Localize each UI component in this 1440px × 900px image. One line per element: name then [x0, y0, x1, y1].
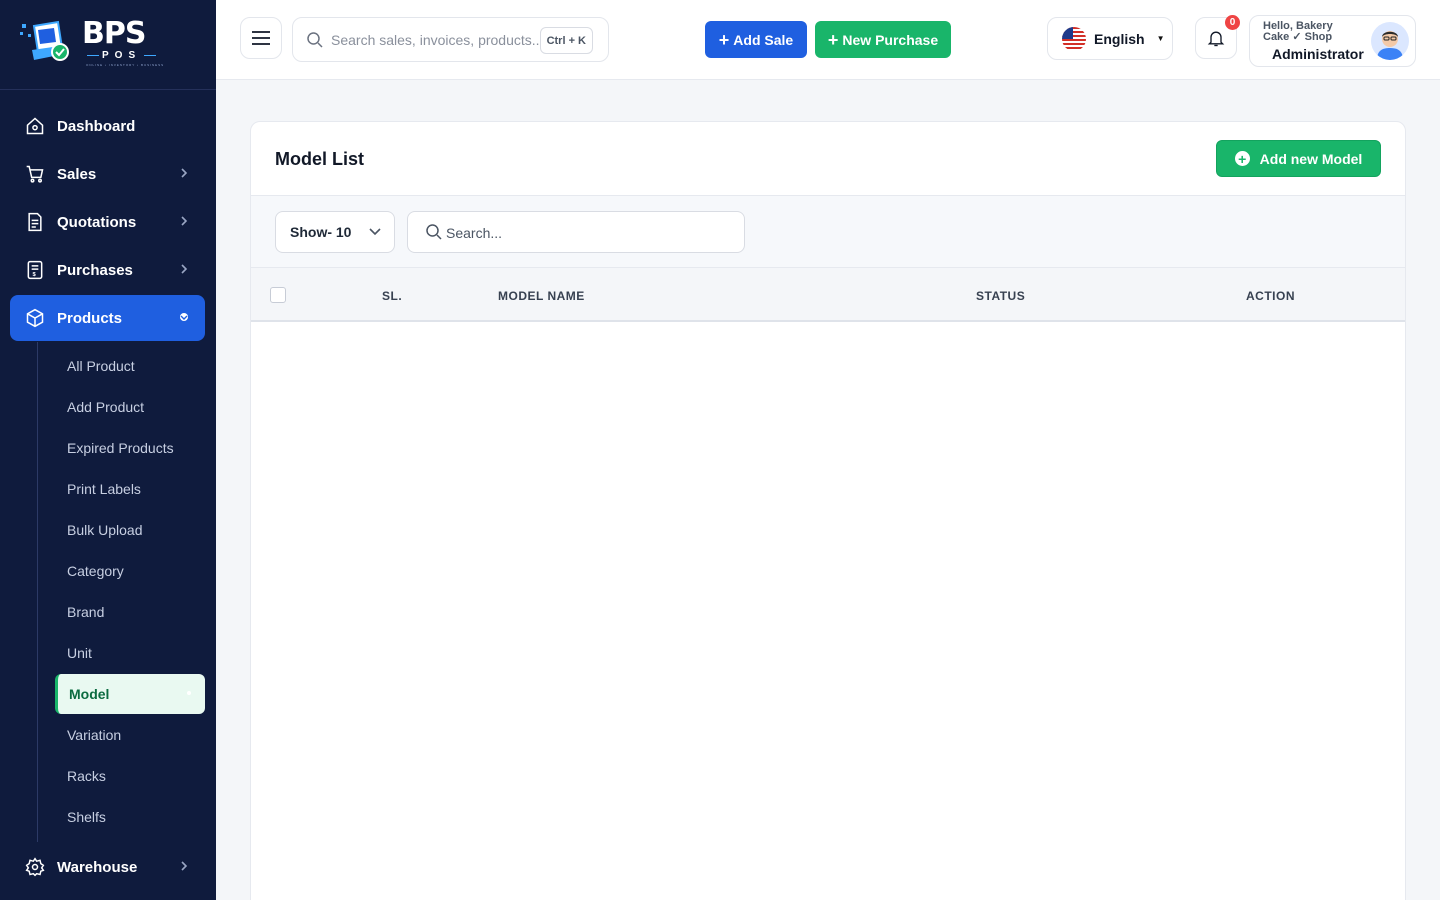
chevron-right-icon — [181, 861, 188, 871]
table-search-input[interactable] — [446, 222, 726, 244]
table-header: SL. MODEL NAME STATUS ACTION — [251, 267, 1405, 322]
submenu-item-label: Model — [69, 686, 110, 702]
sidebar-item-label: Purchases — [57, 261, 133, 279]
submenu-item-expired-products[interactable]: Expired Products — [55, 429, 205, 467]
sidebar-item-label: Products — [57, 309, 123, 327]
sidebar-item-label: Warehouse — [57, 858, 138, 876]
global-search[interactable]: Ctrl + K — [292, 17, 609, 62]
column-header-action[interactable]: ACTION — [1246, 289, 1295, 303]
new-purchase-label: New Purchase — [842, 31, 939, 48]
us-flag-icon — [1062, 26, 1086, 51]
sidebar: BPS POS ONLINE • INVENTORY • BUSINESS Da… — [0, 0, 216, 900]
column-header-model-name[interactable]: MODEL NAME — [498, 289, 585, 303]
new-purchase-button[interactable]: + New Purchase — [815, 21, 951, 58]
select-all-checkbox[interactable] — [270, 287, 286, 303]
menu-toggle-button[interactable] — [240, 17, 282, 59]
svg-text:$: $ — [33, 272, 37, 278]
user-greeting: Hello, Bakery Cake ✓ Shop — [1263, 20, 1333, 43]
language-selector[interactable]: English ▼ — [1047, 17, 1173, 60]
sidebar-item-label: Sales — [57, 165, 97, 183]
submenu-item-print-labels[interactable]: Print Labels — [55, 470, 205, 508]
submenu-item-unit[interactable]: Unit — [55, 634, 205, 672]
brand-sub: POS — [84, 50, 159, 61]
submenu-item-variation[interactable]: Variation — [55, 716, 205, 754]
cart-icon — [25, 164, 45, 184]
plus-icon: + — [827, 29, 839, 50]
hamburger-icon — [252, 31, 270, 45]
sidebar-item-dashboard[interactable]: Dashboard — [10, 103, 205, 149]
submenu-item-shelfs[interactable]: Shelfs — [55, 798, 205, 836]
bell-icon — [1207, 31, 1225, 47]
caret-down-icon: ▼ — [1156, 34, 1165, 43]
plus-icon: + — [718, 29, 730, 50]
plus-circle-icon: + — [1234, 151, 1250, 166]
sidebar-item-purchases[interactable]: $ Purchases — [10, 247, 205, 293]
sidebar-item-sales[interactable]: Sales — [10, 151, 205, 197]
user-menu[interactable]: Hello, Bakery Cake ✓ Shop Administrator — [1249, 15, 1416, 67]
search-icon — [426, 224, 442, 240]
chevron-right-icon — [181, 264, 188, 274]
sidebar-item-products[interactable]: Products — [10, 295, 205, 341]
box-icon — [25, 308, 45, 328]
submenu-item-racks[interactable]: Racks — [55, 757, 205, 795]
column-header-sl[interactable]: SL. — [382, 289, 402, 303]
user-role: Administrator — [1272, 46, 1364, 62]
page-title: Model List — [275, 149, 364, 169]
chevron-down-icon — [369, 228, 381, 236]
model-list-card: Model List + Add new Model Show- 10 SL. … — [250, 121, 1406, 900]
submenu-item-all-product[interactable]: All Product — [55, 347, 205, 385]
page-size-label: Show- 10 — [290, 224, 352, 240]
logo[interactable]: BPS POS ONLINE • INVENTORY • BUSINESS — [0, 0, 216, 90]
submenu-divider — [37, 342, 38, 842]
sidebar-item-label: Quotations — [57, 213, 137, 231]
column-header-status[interactable]: STATUS — [976, 289, 1025, 303]
sidebar-item-quotations[interactable]: Quotations — [10, 199, 205, 245]
global-search-input[interactable] — [331, 28, 541, 52]
home-icon — [25, 116, 45, 136]
add-sale-label: Add Sale — [733, 31, 794, 48]
sidebar-item-warehouse[interactable]: Warehouse — [10, 844, 205, 890]
sidebar-item-label: Dashboard — [57, 117, 136, 135]
submenu-item-model[interactable]: Model — [55, 674, 205, 714]
notification-count-badge: 0 — [1225, 15, 1240, 30]
chevron-right-icon — [181, 216, 188, 226]
search-icon — [307, 32, 323, 48]
receipt-icon: $ — [25, 260, 45, 280]
top-header: Ctrl + K + Add Sale + New Purchase Engli… — [216, 0, 1440, 80]
filter-bar: Show- 10 — [251, 195, 1405, 267]
submenu-item-add-product[interactable]: Add Product — [55, 388, 205, 426]
document-icon — [25, 212, 45, 232]
brand-name: BPS — [82, 16, 146, 51]
shortcut-hint: Ctrl + K — [539, 27, 593, 54]
brand-tagline: ONLINE • INVENTORY • BUSINESS — [86, 63, 165, 67]
chevron-right-icon — [181, 168, 188, 178]
chevron-down-icon — [180, 313, 188, 321]
submenu-item-brand[interactable]: Brand — [55, 593, 205, 631]
add-new-model-label: Add new Model — [1259, 150, 1363, 167]
add-new-model-button[interactable]: + Add new Model — [1216, 140, 1381, 177]
submenu-item-bulk-upload[interactable]: Bulk Upload — [55, 511, 205, 549]
table-search[interactable] — [407, 211, 745, 253]
active-dot — [187, 691, 191, 695]
pos-device-icon — [20, 20, 69, 61]
avatar — [1371, 22, 1409, 60]
language-label: English — [1094, 30, 1145, 47]
page-size-select[interactable]: Show- 10 — [275, 211, 395, 253]
gear-icon — [25, 857, 45, 877]
submenu-item-category[interactable]: Category — [55, 552, 205, 590]
add-sale-button[interactable]: + Add Sale — [705, 21, 807, 58]
